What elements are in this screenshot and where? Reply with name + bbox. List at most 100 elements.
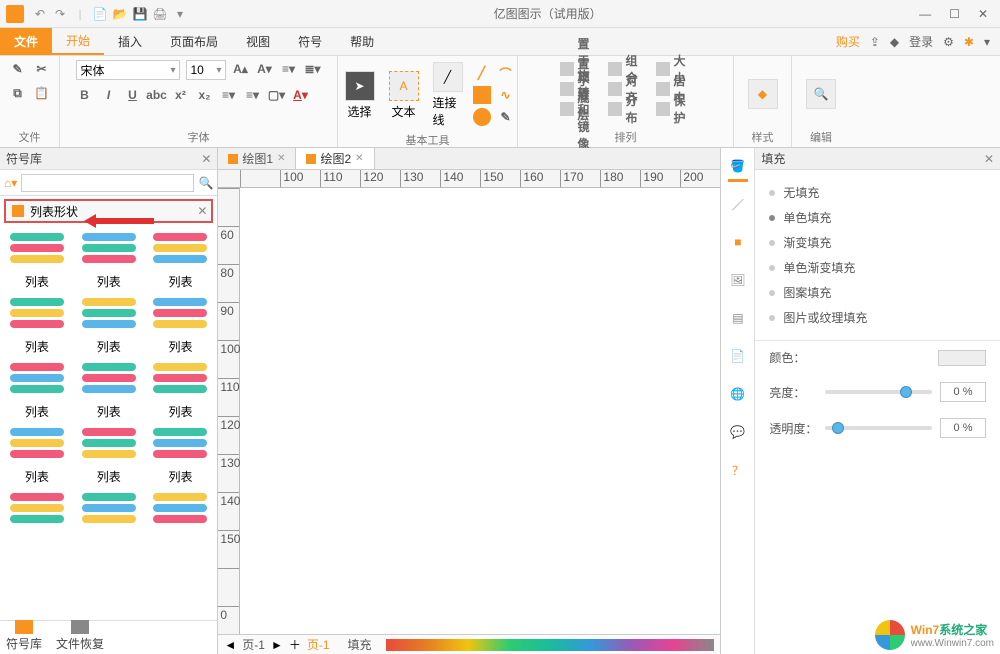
color-swatch[interactable] xyxy=(938,350,986,366)
rect-tool-icon[interactable] xyxy=(473,86,491,104)
tab-help[interactable]: 帮助 xyxy=(336,28,388,55)
shape-style-icon[interactable]: ■ xyxy=(726,230,750,254)
page-next-icon[interactable]: ► xyxy=(271,638,283,652)
layer-icon[interactable]: ▤ xyxy=(726,306,750,330)
increase-font-icon[interactable]: A▴ xyxy=(232,60,250,78)
shapes-panel-close-icon[interactable]: ✕ xyxy=(201,152,211,166)
open-icon[interactable]: 📂 xyxy=(112,6,128,22)
line-tool-icon[interactable]: ╱ xyxy=(473,64,491,82)
fill-bucket-icon[interactable]: 🪣 xyxy=(726,154,750,178)
style-button[interactable]: ◆ xyxy=(744,77,782,111)
bullets-icon[interactable]: ≣▾ xyxy=(304,60,322,78)
shape-cell[interactable]: 列表 xyxy=(148,424,214,485)
superscript-icon[interactable]: x² xyxy=(172,86,190,104)
brightness-value[interactable]: 0 % xyxy=(940,382,986,402)
align-icon[interactable]: ≡▾ xyxy=(220,86,238,104)
library-search-input[interactable] xyxy=(21,174,194,192)
fill-opt-texture[interactable]: 图片或纹理填充 xyxy=(769,305,986,330)
redo-icon[interactable]: ↷ xyxy=(52,6,68,22)
login-link[interactable]: 登录 xyxy=(909,33,933,50)
save-icon[interactable]: 💾 xyxy=(132,6,148,22)
strike-icon[interactable]: abc xyxy=(148,86,166,104)
tab-symbol[interactable]: 符号 xyxy=(284,28,336,55)
image-icon[interactable]: 🖼 xyxy=(726,268,750,292)
valign-icon[interactable]: ≡▾ xyxy=(244,86,262,104)
drawing-canvas[interactable] xyxy=(240,188,720,634)
protect-btn[interactable]: 保护 xyxy=(656,100,692,118)
text-tool[interactable]: A 文本 xyxy=(385,69,423,122)
shape-cell[interactable]: 列表 xyxy=(76,359,142,420)
export-icon[interactable]: ▾ xyxy=(172,6,188,22)
bottom-tab-library[interactable]: 符号库 xyxy=(6,620,42,652)
linespacing-icon[interactable]: ≡▾ xyxy=(280,60,298,78)
fill-opt-solid[interactable]: 单色填充 xyxy=(769,205,986,230)
bold-icon[interactable]: B xyxy=(76,86,94,104)
pencil-tool-icon[interactable]: ✎ xyxy=(497,108,515,126)
undo-icon[interactable]: ↶ xyxy=(32,6,48,22)
underline-icon[interactable]: U xyxy=(124,86,142,104)
line-style-icon[interactable]: ／ xyxy=(726,192,750,216)
shape-cell[interactable]: 列表 xyxy=(148,229,214,290)
new-icon[interactable]: 📄 xyxy=(92,6,108,22)
fill-opt-none[interactable]: 无填充 xyxy=(769,180,986,205)
tab-view[interactable]: 视图 xyxy=(232,28,284,55)
brightness-slider[interactable] xyxy=(825,390,932,394)
page-icon[interactable]: 📄 xyxy=(726,344,750,368)
share-icon[interactable]: ⇪ xyxy=(870,35,880,49)
shape-cell[interactable] xyxy=(76,489,142,531)
format-painter-icon[interactable]: ✂ xyxy=(33,60,51,78)
shape-cell[interactable] xyxy=(148,489,214,531)
minimize-icon[interactable]: — xyxy=(919,7,931,21)
opacity-value[interactable]: 0 % xyxy=(940,418,986,438)
fill-panel-close-icon[interactable]: ✕ xyxy=(984,152,994,166)
maximize-icon[interactable]: ☐ xyxy=(949,7,960,21)
shape-cell[interactable]: 列表 xyxy=(76,424,142,485)
decrease-font-icon[interactable]: A▾ xyxy=(256,60,274,78)
shape-cell[interactable]: 列表 xyxy=(4,359,70,420)
connector-tool[interactable]: ╱ 连接线 xyxy=(429,60,467,130)
search-icon[interactable]: 🔍 xyxy=(198,176,213,190)
bottom-tab-recover[interactable]: 文件恢复 xyxy=(56,620,104,652)
shape-cell[interactable]: 列表 xyxy=(148,294,214,355)
category-close-icon[interactable]: ✕ xyxy=(197,204,207,218)
apps-icon[interactable]: ✱ xyxy=(964,35,974,49)
fill-opt-gradient[interactable]: 渐变填充 xyxy=(769,230,986,255)
font-size-combo[interactable]: 10 xyxy=(186,60,226,80)
close-icon[interactable]: ✕ xyxy=(978,7,988,21)
brush-icon[interactable]: ✎ xyxy=(9,60,27,78)
select-tool[interactable]: ➤ 选择 xyxy=(341,69,379,122)
opacity-slider[interactable] xyxy=(825,426,932,430)
font-name-combo[interactable]: 宋体 xyxy=(76,60,180,80)
tab-file[interactable]: 文件 xyxy=(0,28,52,55)
doc-tab[interactable]: 绘图1✕ xyxy=(218,148,296,169)
page-tab-active[interactable]: 页-1 xyxy=(307,636,330,653)
doc-tab[interactable]: 绘图2✕ xyxy=(296,148,374,169)
subscript-icon[interactable]: x₂ xyxy=(196,86,214,104)
italic-icon[interactable]: I xyxy=(100,86,118,104)
tab-pagelayout[interactable]: 页面布局 xyxy=(156,28,232,55)
page-add-icon[interactable]: ＋ xyxy=(289,636,301,653)
globe-icon[interactable]: 🌐 xyxy=(726,382,750,406)
shape-cell[interactable]: 列表 xyxy=(4,424,70,485)
arc-tool-icon[interactable]: ⌒ xyxy=(497,64,515,82)
fill-opt-pattern[interactable]: 图案填充 xyxy=(769,280,986,305)
shape-cell[interactable]: 列表 xyxy=(76,294,142,355)
rotate-btn[interactable]: 旋转和镜像 xyxy=(560,100,596,118)
help-icon[interactable]: ？ xyxy=(726,458,750,482)
color-strip[interactable] xyxy=(386,639,715,651)
menu-down-icon[interactable]: ▾ xyxy=(984,35,990,49)
shape-cell[interactable]: 列表 xyxy=(4,294,70,355)
comment-icon[interactable]: 💬 xyxy=(726,420,750,444)
fill-opt-monograd[interactable]: 单色渐变填充 xyxy=(769,255,986,280)
tab-start[interactable]: 开始 xyxy=(52,28,104,55)
feedback-icon[interactable]: ◆ xyxy=(890,35,899,49)
library-home-icon[interactable]: ⌂▾ xyxy=(4,176,17,190)
edit-button[interactable]: 🔍 xyxy=(802,77,840,111)
shape-cell[interactable] xyxy=(4,489,70,531)
circle-tool-icon[interactable] xyxy=(473,108,491,126)
paste-icon[interactable]: 📋 xyxy=(33,84,51,102)
shape-cell[interactable]: 列表 xyxy=(4,229,70,290)
buy-link[interactable]: 购买 xyxy=(836,33,860,50)
page-tab[interactable]: 页-1 xyxy=(242,636,265,653)
shape-cell[interactable]: 列表 xyxy=(148,359,214,420)
